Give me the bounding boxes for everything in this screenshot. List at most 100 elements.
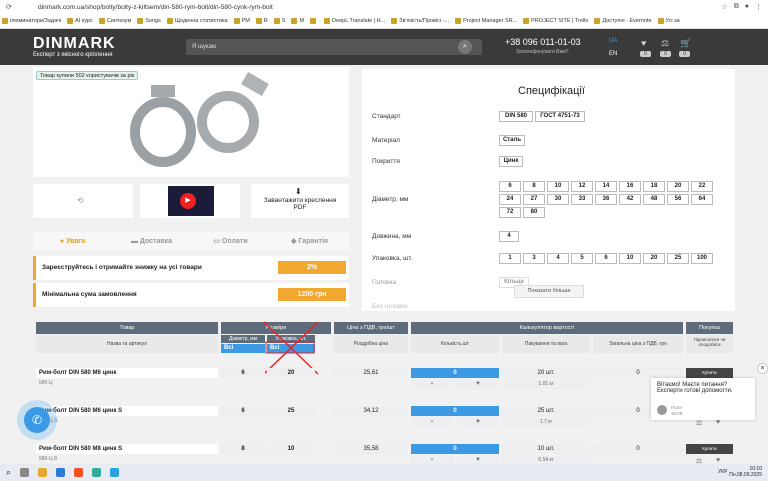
bookmark-star-icon[interactable]: ☆ bbox=[721, 3, 727, 11]
telegram-icon[interactable] bbox=[110, 468, 120, 477]
chip-pack[interactable]: 25 bbox=[667, 253, 689, 264]
file-explorer-icon[interactable] bbox=[38, 468, 48, 477]
chat-widget[interactable]: Вітаємо! Маєте питання? Експерти готові … bbox=[651, 378, 755, 420]
chip-material[interactable]: Сталь bbox=[499, 135, 525, 146]
bookmark-item[interactable]: Щоденна статистика bbox=[166, 18, 228, 24]
chip-pack[interactable]: 5 bbox=[571, 253, 593, 264]
menu-icon[interactable]: ⋮ bbox=[755, 3, 762, 11]
chip-diameter[interactable]: 8 bbox=[523, 181, 545, 192]
bookmark-item[interactable]: ілюминатори/Задачі bbox=[2, 18, 61, 24]
lang-en[interactable]: EN bbox=[609, 51, 617, 57]
search-input[interactable]: Я шукаю bbox=[186, 39, 482, 55]
chip-diameter[interactable]: 14 bbox=[595, 181, 617, 192]
bookmark-item[interactable]: Зв'язість/Провісі -... bbox=[391, 18, 449, 24]
bookmark-item[interactable]: Songs bbox=[137, 18, 161, 24]
chip-diameter[interactable]: 27 bbox=[523, 194, 545, 205]
download-pdf[interactable]: ⬇ Завантажити креслення PDF bbox=[251, 184, 349, 218]
heart-icon[interactable]: ♥ bbox=[641, 38, 646, 48]
buy-button[interactable]: Купити bbox=[686, 368, 733, 378]
chip-diameter[interactable]: 18 bbox=[643, 181, 665, 192]
chrome-icon[interactable] bbox=[92, 468, 102, 477]
call-button[interactable]: ✆ bbox=[17, 400, 57, 440]
bookmark-item[interactable]: Синтезум bbox=[98, 18, 131, 24]
chip-diameter[interactable]: 10 bbox=[547, 181, 569, 192]
increment-button[interactable]: + bbox=[457, 418, 499, 427]
language-indicator[interactable]: УКР bbox=[718, 469, 727, 475]
chip-coating[interactable]: Цинк bbox=[499, 156, 523, 167]
bookmark-item[interactable]: PM bbox=[233, 18, 250, 24]
chip-length[interactable]: 4 bbox=[499, 231, 519, 242]
filter-diameter-select[interactable]: Всі bbox=[221, 344, 265, 353]
lang-ua[interactable]: UA bbox=[609, 38, 617, 44]
chip-diameter[interactable]: 36 bbox=[595, 194, 617, 205]
url-text[interactable]: dinmark.com.ua/shop/bolty/bolty-z-kiltse… bbox=[38, 4, 721, 11]
extensions-icon[interactable]: ⧉ bbox=[734, 3, 739, 11]
quantity-input[interactable]: 0 bbox=[411, 406, 499, 416]
play-video-icon[interactable]: ▶ bbox=[180, 193, 196, 209]
chip-pack[interactable]: 6 bbox=[595, 253, 617, 264]
tab-payment[interactable]: ▭ Оплати bbox=[191, 237, 270, 245]
chip-pack[interactable]: 4 bbox=[547, 253, 569, 264]
bookmark-item[interactable]: DeepL Translate | Н... bbox=[324, 18, 385, 24]
callback-link[interactable]: Зателефонувати Вам? bbox=[516, 49, 568, 55]
bookmark-item[interactable]: S bbox=[273, 18, 285, 24]
bookmark-item[interactable]: Доступні - Evernote bbox=[594, 18, 652, 24]
chip-diameter[interactable]: 6 bbox=[499, 181, 521, 192]
chip-diameter[interactable]: 72 bbox=[499, 207, 521, 218]
product-name[interactable]: Рим-болт DIN 580 M8 цинк S bbox=[36, 444, 218, 454]
chip-diameter[interactable]: 80 bbox=[523, 207, 545, 218]
chip-diameter[interactable]: 48 bbox=[643, 194, 665, 205]
chip-pack[interactable]: 3 bbox=[523, 253, 545, 264]
chip-diameter[interactable]: 33 bbox=[571, 194, 593, 205]
tab-warranty[interactable]: ◆ Гарантія bbox=[270, 237, 349, 245]
thumb-360[interactable]: ⟲ bbox=[33, 184, 133, 218]
cart-icon[interactable]: 🛒 bbox=[680, 38, 691, 49]
url-bar[interactable]: ⟳ dinmark.com.ua/shop/bolty/bolty-z-kilt… bbox=[0, 0, 768, 14]
product-name[interactable]: Рим-болт DIN 580 M6 цинк S bbox=[36, 406, 218, 416]
chip-diameter[interactable]: 56 bbox=[667, 194, 689, 205]
chip-standard[interactable]: DIN 580 bbox=[499, 111, 533, 122]
bookmark-item[interactable]: AI курс bbox=[67, 18, 93, 24]
heart-icon[interactable]: ♥ bbox=[716, 419, 720, 426]
chip-diameter[interactable]: 20 bbox=[667, 181, 689, 192]
chat-close-icon[interactable]: × bbox=[757, 363, 768, 374]
chip-diameter[interactable]: 42 bbox=[619, 194, 641, 205]
chip-diameter[interactable]: 24 bbox=[499, 194, 521, 205]
tab-attention[interactable]: ● Увага bbox=[33, 238, 112, 245]
tab-delivery[interactable]: ▬ Доставка bbox=[112, 238, 191, 245]
chip-diameter[interactable]: 12 bbox=[571, 181, 593, 192]
show-more-button[interactable]: Показати більше bbox=[514, 285, 584, 298]
chip-standard[interactable]: ГОСТ 4751-73 bbox=[535, 111, 585, 122]
chip-pack[interactable]: 100 bbox=[691, 253, 713, 264]
chip-pack[interactable]: 10 bbox=[619, 253, 641, 264]
search-icon[interactable]: ⌕ bbox=[6, 467, 11, 478]
chip-diameter[interactable]: 30 bbox=[547, 194, 569, 205]
bookmark-item[interactable]: Project Manager SR... bbox=[455, 18, 517, 24]
chip-diameter[interactable]: 16 bbox=[619, 181, 641, 192]
task-view-icon[interactable] bbox=[20, 468, 30, 477]
thumb-video[interactable]: ▶ bbox=[140, 184, 240, 218]
brave-icon[interactable] bbox=[74, 468, 84, 477]
edge-icon[interactable] bbox=[56, 468, 66, 477]
bookmark-item[interactable]: Усі за bbox=[657, 18, 680, 24]
phone-number[interactable]: +38 096 011-01-03 bbox=[505, 37, 581, 47]
chip-pack[interactable]: 1 bbox=[499, 253, 521, 264]
buy-button[interactable]: Купити bbox=[686, 444, 733, 454]
bookmark-item[interactable]: M bbox=[291, 18, 304, 24]
chip-pack[interactable]: 20 bbox=[643, 253, 665, 264]
bookmark-item[interactable] bbox=[310, 18, 318, 24]
search-icon[interactable]: ⌕ bbox=[458, 40, 472, 54]
quantity-input[interactable]: 0 bbox=[411, 444, 499, 454]
bookmark-item[interactable]: R bbox=[255, 18, 268, 24]
compare-icon[interactable]: ⚖ bbox=[696, 419, 702, 427]
increment-button[interactable]: + bbox=[457, 380, 499, 389]
back-icon[interactable]: ⟳ bbox=[6, 3, 12, 11]
bookmark-item[interactable]: PROJECT SITE | Trello bbox=[523, 18, 588, 24]
heart-icon[interactable]: ♥ bbox=[716, 457, 720, 464]
site-logo[interactable]: DINMARK bbox=[33, 35, 116, 53]
chip-diameter[interactable]: 22 bbox=[691, 181, 713, 192]
chip-diameter[interactable]: 64 bbox=[691, 194, 713, 205]
profile-icon[interactable]: ● bbox=[745, 3, 749, 11]
decrement-button[interactable]: - bbox=[411, 380, 453, 389]
decrement-button[interactable]: - bbox=[411, 418, 453, 427]
